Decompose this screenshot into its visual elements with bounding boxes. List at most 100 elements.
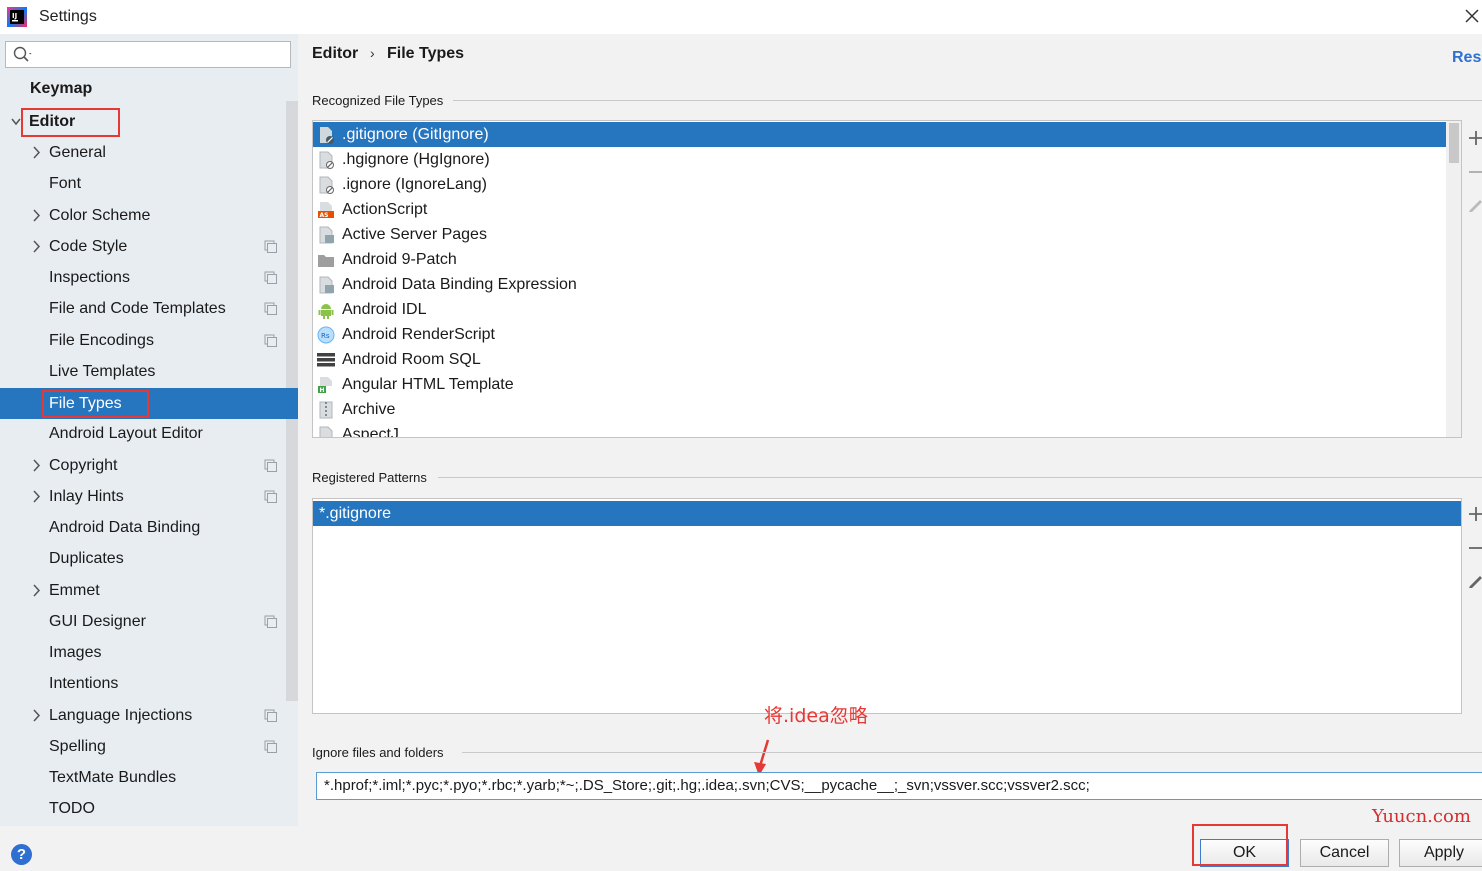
tree-item-intentions[interactable]: Intentions (0, 668, 298, 699)
tree-item-language-injections[interactable]: Language Injections (0, 700, 298, 731)
tree-item-label: Spelling (49, 738, 106, 755)
tree-item-spelling[interactable]: Spelling (0, 731, 298, 762)
list-item[interactable]: Active Server Pages (313, 222, 1461, 247)
list-item[interactable]: Android Room SQL (313, 347, 1461, 372)
list-item[interactable]: .gitignore (GitIgnore) (313, 122, 1461, 147)
list-item[interactable]: .ignore (IgnoreLang) (313, 172, 1461, 197)
gitignore-file-icon (320, 127, 334, 144)
chevron-right-icon[interactable] (31, 450, 43, 481)
add-pattern-icon[interactable] (1466, 504, 1482, 524)
tree-item-code-style[interactable]: Code Style (0, 231, 298, 262)
intellij-app-icon: IJ (7, 7, 27, 27)
edit-pattern-icon[interactable] (1466, 570, 1482, 590)
list-item[interactable]: AS ActionScript (313, 197, 1461, 222)
registered-patterns-title: Registered Patterns (312, 470, 427, 485)
list-item[interactable]: AspectJ (313, 422, 1461, 437)
tree-item-label: Android Data Binding (49, 519, 201, 536)
list-item[interactable]: .hgignore (HgIgnore) (313, 147, 1461, 172)
section-divider (453, 100, 1482, 101)
tree-item-textmate-bundles[interactable]: TextMate Bundles (0, 762, 298, 793)
reset-link[interactable]: Rese (1452, 49, 1482, 67)
list-item-label: Active Server Pages (342, 226, 487, 243)
close-icon[interactable] (1462, 6, 1482, 26)
list-item[interactable]: H Angular HTML Template (313, 372, 1461, 397)
tree-item-label: File and Code Templates (49, 300, 226, 317)
apply-button[interactable]: Apply (1399, 839, 1482, 867)
project-scope-icon (264, 740, 277, 753)
tree-item-inlay-hints[interactable]: Inlay Hints (0, 481, 298, 512)
tree-item-file-encodings[interactable]: File Encodings (0, 325, 298, 356)
chevron-right-icon[interactable] (31, 137, 43, 168)
search-icon (13, 46, 32, 62)
list-item[interactable]: Archive (313, 397, 1461, 422)
scrollbar-thumb[interactable] (1449, 123, 1459, 163)
chevron-right-icon[interactable] (31, 700, 43, 731)
remove-pattern-icon[interactable] (1466, 538, 1482, 558)
ignore-file-icon (319, 151, 334, 169)
tree-item-live-templates[interactable]: Live Templates (0, 356, 298, 387)
tree-item-label: Code Style (49, 238, 128, 255)
list-item-label: ActionScript (342, 201, 428, 218)
tree-item-label: General (49, 144, 106, 161)
chevron-right-icon[interactable] (31, 481, 43, 512)
ignore-files-input[interactable]: *.hprof;*.iml;*.pyc;*.pyo;*.rbc;*.yarb;*… (316, 772, 1482, 800)
list-item-label: Android Room SQL (342, 351, 481, 368)
watermark: Yuucn.com (1372, 806, 1471, 827)
breadcrumb-parent[interactable]: Editor (312, 45, 358, 63)
project-scope-icon (264, 334, 277, 347)
tree-item-label: Font (49, 175, 82, 192)
ignore-files-title: Ignore files and folders (312, 745, 444, 760)
help-button[interactable]: ? (11, 844, 32, 865)
list-item-label: Android RenderScript (342, 326, 495, 343)
edit-icon[interactable] (1466, 194, 1482, 214)
tree-item-gui-designer[interactable]: GUI Designer (0, 606, 298, 637)
section-divider (462, 752, 1482, 753)
project-scope-icon (264, 615, 277, 628)
html-file-icon: H (318, 377, 332, 394)
recognized-list-scrollbar[interactable] (1446, 121, 1461, 437)
tree-item-inspections[interactable]: Inspections (0, 262, 298, 293)
add-icon[interactable] (1466, 128, 1482, 148)
cancel-button[interactable]: Cancel (1300, 839, 1389, 867)
tree-item-label: Intentions (49, 675, 119, 692)
tree-item-file-and-code-templates[interactable]: File and Code Templates (0, 293, 298, 324)
tree-item-android-layout-editor[interactable]: Android Layout Editor (0, 418, 298, 449)
tree-item-label: File Encodings (49, 332, 154, 349)
list-item-label: Angular HTML Template (342, 376, 514, 393)
tree-item-duplicates[interactable]: Duplicates (0, 543, 298, 574)
svg-text:Rs: Rs (321, 332, 330, 340)
remove-icon[interactable] (1466, 162, 1482, 182)
tree-item-font[interactable]: Font (0, 168, 298, 199)
svg-text:H: H (320, 387, 325, 394)
tree-item-label: Keymap (30, 80, 93, 97)
recognized-file-types-list[interactable]: .gitignore (GitIgnore) .hgignore (HgIgno… (312, 120, 1462, 438)
list-item[interactable]: Android 9-Patch (313, 247, 1461, 272)
tree-item-keymap[interactable]: Keymap (0, 73, 298, 104)
list-item[interactable]: *.gitignore (313, 501, 1461, 526)
tree-item-emmet[interactable]: Emmet (0, 575, 298, 606)
annotation-note: 将.idea忽略 (764, 705, 868, 727)
tree-item-images[interactable]: Images (0, 637, 298, 668)
folder-icon (318, 255, 334, 267)
tree-item-android-data-binding[interactable]: Android Data Binding (0, 512, 298, 543)
tree-item-general[interactable]: General (0, 137, 298, 168)
tree-item-copyright[interactable]: Copyright (0, 450, 298, 481)
chevron-right-icon[interactable] (31, 200, 43, 231)
tree-item-color-scheme[interactable]: Color Scheme (0, 200, 298, 231)
search-field[interactable] (5, 41, 291, 68)
tree-item-label: GUI Designer (49, 613, 146, 630)
actionscript-icon: AS (318, 202, 334, 219)
chevron-right-icon[interactable] (31, 575, 43, 606)
chevron-right-icon[interactable] (31, 231, 43, 262)
list-item[interactable]: Android Data Binding Expression (313, 272, 1461, 297)
tree-item-label: TextMate Bundles (49, 769, 177, 786)
search-input[interactable] (36, 45, 286, 64)
tree-item-label: Duplicates (49, 550, 124, 567)
list-item[interactable]: Android IDL (313, 297, 1461, 322)
tree-item-label: Language Injections (49, 707, 193, 724)
highlight-box-ok (1192, 824, 1288, 866)
tree-item-todo[interactable]: TODO (0, 793, 298, 824)
list-item[interactable]: Rs Android RenderScript (313, 322, 1461, 347)
registered-patterns-list[interactable]: *.gitignore (312, 498, 1462, 714)
highlight-box-editor (21, 108, 120, 137)
